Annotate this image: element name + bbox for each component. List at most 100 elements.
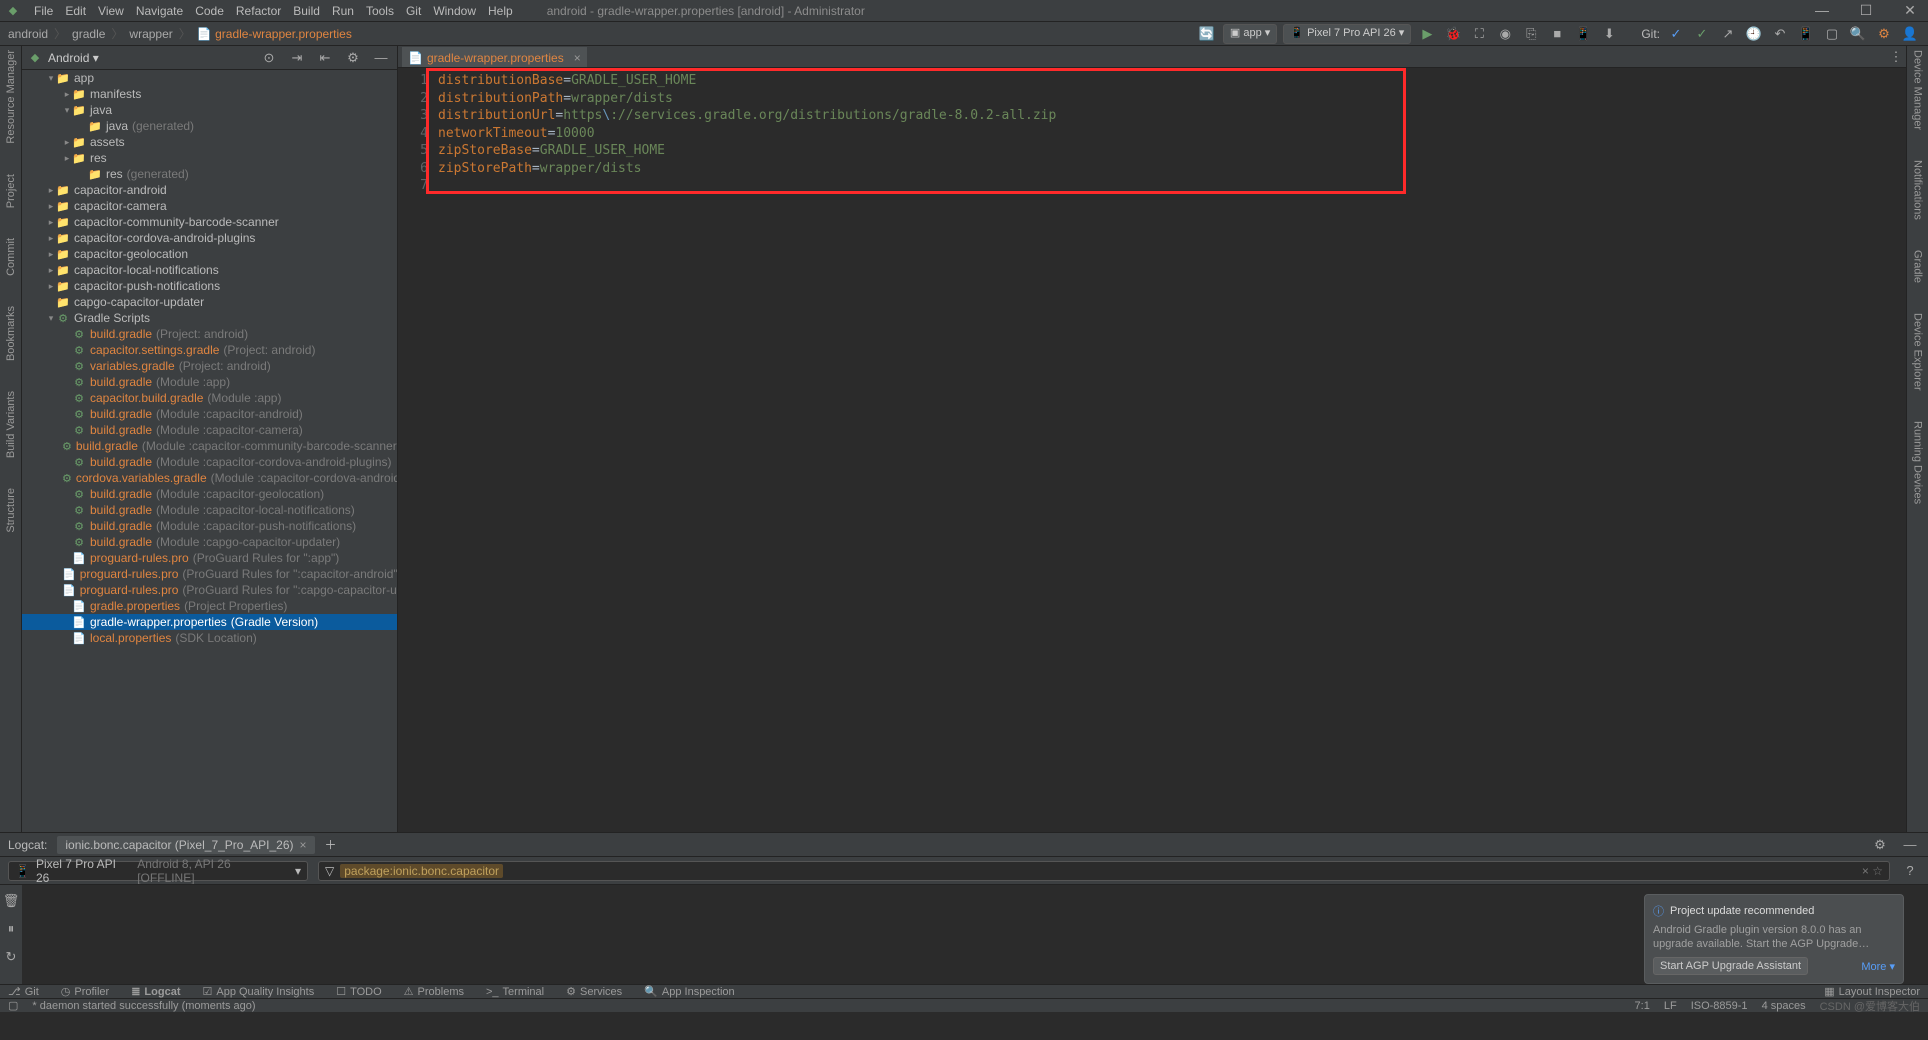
right-gutter-tab[interactable]: Device Explorer <box>1912 313 1924 391</box>
tree-row[interactable]: ⚙capacitor.build.gradle(Module :app) <box>22 390 397 406</box>
emulator-icon[interactable]: ▢ <box>1822 24 1842 44</box>
search-icon[interactable]: 🔍 <box>1848 24 1868 44</box>
tree-row[interactable]: 📄proguard-rules.pro(ProGuard Rules for "… <box>22 582 397 598</box>
tree-row[interactable]: 📄proguard-rules.pro(ProGuard Rules for "… <box>22 566 397 582</box>
avatar-icon[interactable]: 👤 <box>1900 24 1920 44</box>
tree-row[interactable]: ⚙build.gradle(Module :app) <box>22 374 397 390</box>
run-icon[interactable]: ▶ <box>1417 24 1437 44</box>
menu-item[interactable]: Code <box>195 4 224 18</box>
code-editor[interactable]: 1234567 distributionBase=GRADLE_USER_HOM… <box>398 68 1906 195</box>
menu-item[interactable]: View <box>98 4 124 18</box>
menu-item[interactable]: Git <box>406 4 421 18</box>
right-gutter-tab[interactable]: Notifications <box>1912 160 1924 220</box>
tree-row[interactable]: ▸📁capacitor-cordova-android-plugins <box>22 230 397 246</box>
toolwindow-button[interactable]: ≣ Logcat <box>131 985 180 998</box>
tree-row[interactable]: ⚙capacitor.settings.gradle(Project: andr… <box>22 342 397 358</box>
tree-row[interactable]: ▸📁res <box>22 150 397 166</box>
git-commit-icon[interactable]: ✓ <box>1692 24 1712 44</box>
sync-icon[interactable]: 🔄 <box>1197 24 1217 44</box>
more-link[interactable]: More ▾ <box>1861 960 1895 973</box>
menu-item[interactable]: Help <box>488 4 513 18</box>
add-tab-icon[interactable]: ＋ <box>325 836 337 853</box>
menu-item[interactable]: Navigate <box>136 4 183 18</box>
tree-row[interactable]: 📁java(generated) <box>22 118 397 134</box>
tree-row[interactable]: ▸📁capacitor-android <box>22 182 397 198</box>
layout-inspector-button[interactable]: ▦ Layout Inspector <box>1824 985 1920 998</box>
pause-icon[interactable]: ⏸ <box>1 919 21 939</box>
device-dropdown[interactable]: 📱 Pixel 7 Pro API 26 ▾ <box>1283 24 1411 44</box>
hide-icon[interactable]: — <box>371 48 391 68</box>
tree-row[interactable]: ⚙build.gradle(Module :capacitor-push-not… <box>22 518 397 534</box>
tree-row[interactable]: 📁res(generated) <box>22 166 397 182</box>
toolwindow-button[interactable]: ☐ TODO <box>336 985 381 998</box>
debug-icon[interactable]: 🐞 <box>1443 24 1463 44</box>
coverage-icon[interactable]: ⛶ <box>1469 24 1489 44</box>
tree-row[interactable]: ⚙build.gradle(Module :capacitor-cordova-… <box>22 454 397 470</box>
breadcrumb-part[interactable]: gradle <box>72 27 105 41</box>
tree-row[interactable]: 📄local.properties(SDK Location) <box>22 630 397 646</box>
logcat-tab[interactable]: ionic.bonc.capacitor (Pixel_7_Pro_API_26… <box>57 836 314 854</box>
right-gutter-tab[interactable]: Gradle <box>1912 250 1924 283</box>
toolwindow-button[interactable]: ⚠ Problems <box>404 985 464 998</box>
avd-icon[interactable]: 📱 <box>1573 24 1593 44</box>
tree-row[interactable]: 📄proguard-rules.pro(ProGuard Rules for "… <box>22 550 397 566</box>
maximize-icon[interactable]: ☐ <box>1854 2 1878 19</box>
logcat-hide-icon[interactable]: — <box>1900 835 1920 855</box>
tree-row[interactable]: 📁capgo-capacitor-updater <box>22 294 397 310</box>
tree-row[interactable]: ⚙build.gradle(Project: android) <box>22 326 397 342</box>
cursor-position[interactable]: 7:1 <box>1635 1000 1650 1012</box>
toolwindow-button[interactable]: 🔍 App Inspection <box>644 985 734 998</box>
tree-row[interactable]: ⚙build.gradle(Module :capacitor-android) <box>22 406 397 422</box>
logcat-gear-icon[interactable]: ⚙ <box>1870 835 1890 855</box>
toolwindow-button[interactable]: ◷ Profiler <box>61 985 109 998</box>
clear-icon[interactable]: 🗑 <box>1 891 21 911</box>
left-gutter-tab[interactable]: Build Variants <box>5 391 17 458</box>
left-gutter-tab[interactable]: Resource Manager <box>5 50 17 144</box>
git-history-icon[interactable]: 🕘 <box>1744 24 1764 44</box>
tree-row[interactable]: ⚙variables.gradle(Project: android) <box>22 358 397 374</box>
expand-icon[interactable]: ⇤ <box>315 48 335 68</box>
sdk-icon[interactable]: ⬇ <box>1599 24 1619 44</box>
tree-row[interactable]: ⚙build.gradle(Module :capacitor-camera) <box>22 422 397 438</box>
toolwindow-button[interactable]: >_ Terminal <box>486 985 544 998</box>
menu-item[interactable]: File <box>34 4 53 18</box>
git-update-icon[interactable]: ✓ <box>1666 24 1686 44</box>
git-rollback-icon[interactable]: ↶ <box>1770 24 1790 44</box>
close-icon[interactable]: ✕ <box>1898 2 1922 19</box>
toolwindow-button[interactable]: ⎇ Git <box>8 985 39 998</box>
menu-item[interactable]: Window <box>433 4 476 18</box>
tree-row[interactable]: ▸📁capacitor-push-notifications <box>22 278 397 294</box>
device-mirror-icon[interactable]: 📱 <box>1796 24 1816 44</box>
right-gutter-tab[interactable]: Device Manager <box>1912 50 1924 130</box>
tree-row[interactable]: ⚙build.gradle(Module :capacitor-communit… <box>22 438 397 454</box>
attach-icon[interactable]: ⎘ <box>1521 24 1541 44</box>
toolwindow-button[interactable]: ☑ App Quality Insights <box>202 985 314 998</box>
settings-icon[interactable]: ⚙ <box>1874 24 1894 44</box>
gear-icon[interactable]: ⚙ <box>343 48 363 68</box>
tree-row[interactable]: ▸📁capacitor-geolocation <box>22 246 397 262</box>
menu-item[interactable]: Build <box>293 4 320 18</box>
tree-row[interactable]: ⚙build.gradle(Module :capacitor-geolocat… <box>22 486 397 502</box>
collapse-icon[interactable]: ⇥ <box>287 48 307 68</box>
logcat-help-icon[interactable]: ? <box>1900 861 1920 881</box>
tree-row[interactable]: ▸📁capacitor-local-notifications <box>22 262 397 278</box>
right-gutter-tab[interactable]: Running Devices <box>1912 421 1924 504</box>
toolwindow-button[interactable]: ⚙ Services <box>566 985 622 998</box>
menu-item[interactable]: Run <box>332 4 354 18</box>
tree-row[interactable]: ▾⚙Gradle Scripts <box>22 310 397 326</box>
menu-item[interactable]: Edit <box>65 4 86 18</box>
line-ending[interactable]: LF <box>1664 1000 1677 1012</box>
breadcrumb-file[interactable]: 📄 gradle-wrapper.properties <box>197 27 352 41</box>
left-gutter-tab[interactable]: Commit <box>5 238 17 276</box>
minimize-icon[interactable]: — <box>1810 2 1834 19</box>
tree-row[interactable]: 📄gradle-wrapper.properties(Gradle Versio… <box>22 614 397 630</box>
stop-icon[interactable]: ■ <box>1547 24 1567 44</box>
tree-row[interactable]: ▾📁java <box>22 102 397 118</box>
locate-icon[interactable]: ⊙ <box>259 48 279 68</box>
logcat-device-dropdown[interactable]: 📱 Pixel 7 Pro API 26 Android 8, API 26 [… <box>8 861 308 881</box>
tree-row[interactable]: ⚙build.gradle(Module :capacitor-local-no… <box>22 502 397 518</box>
breadcrumb-part[interactable]: android <box>8 27 48 41</box>
tab-list-icon[interactable]: ⋮ <box>1886 47 1906 67</box>
menu-item[interactable]: Tools <box>366 4 394 18</box>
restart-icon[interactable]: ↻ <box>1 947 21 967</box>
